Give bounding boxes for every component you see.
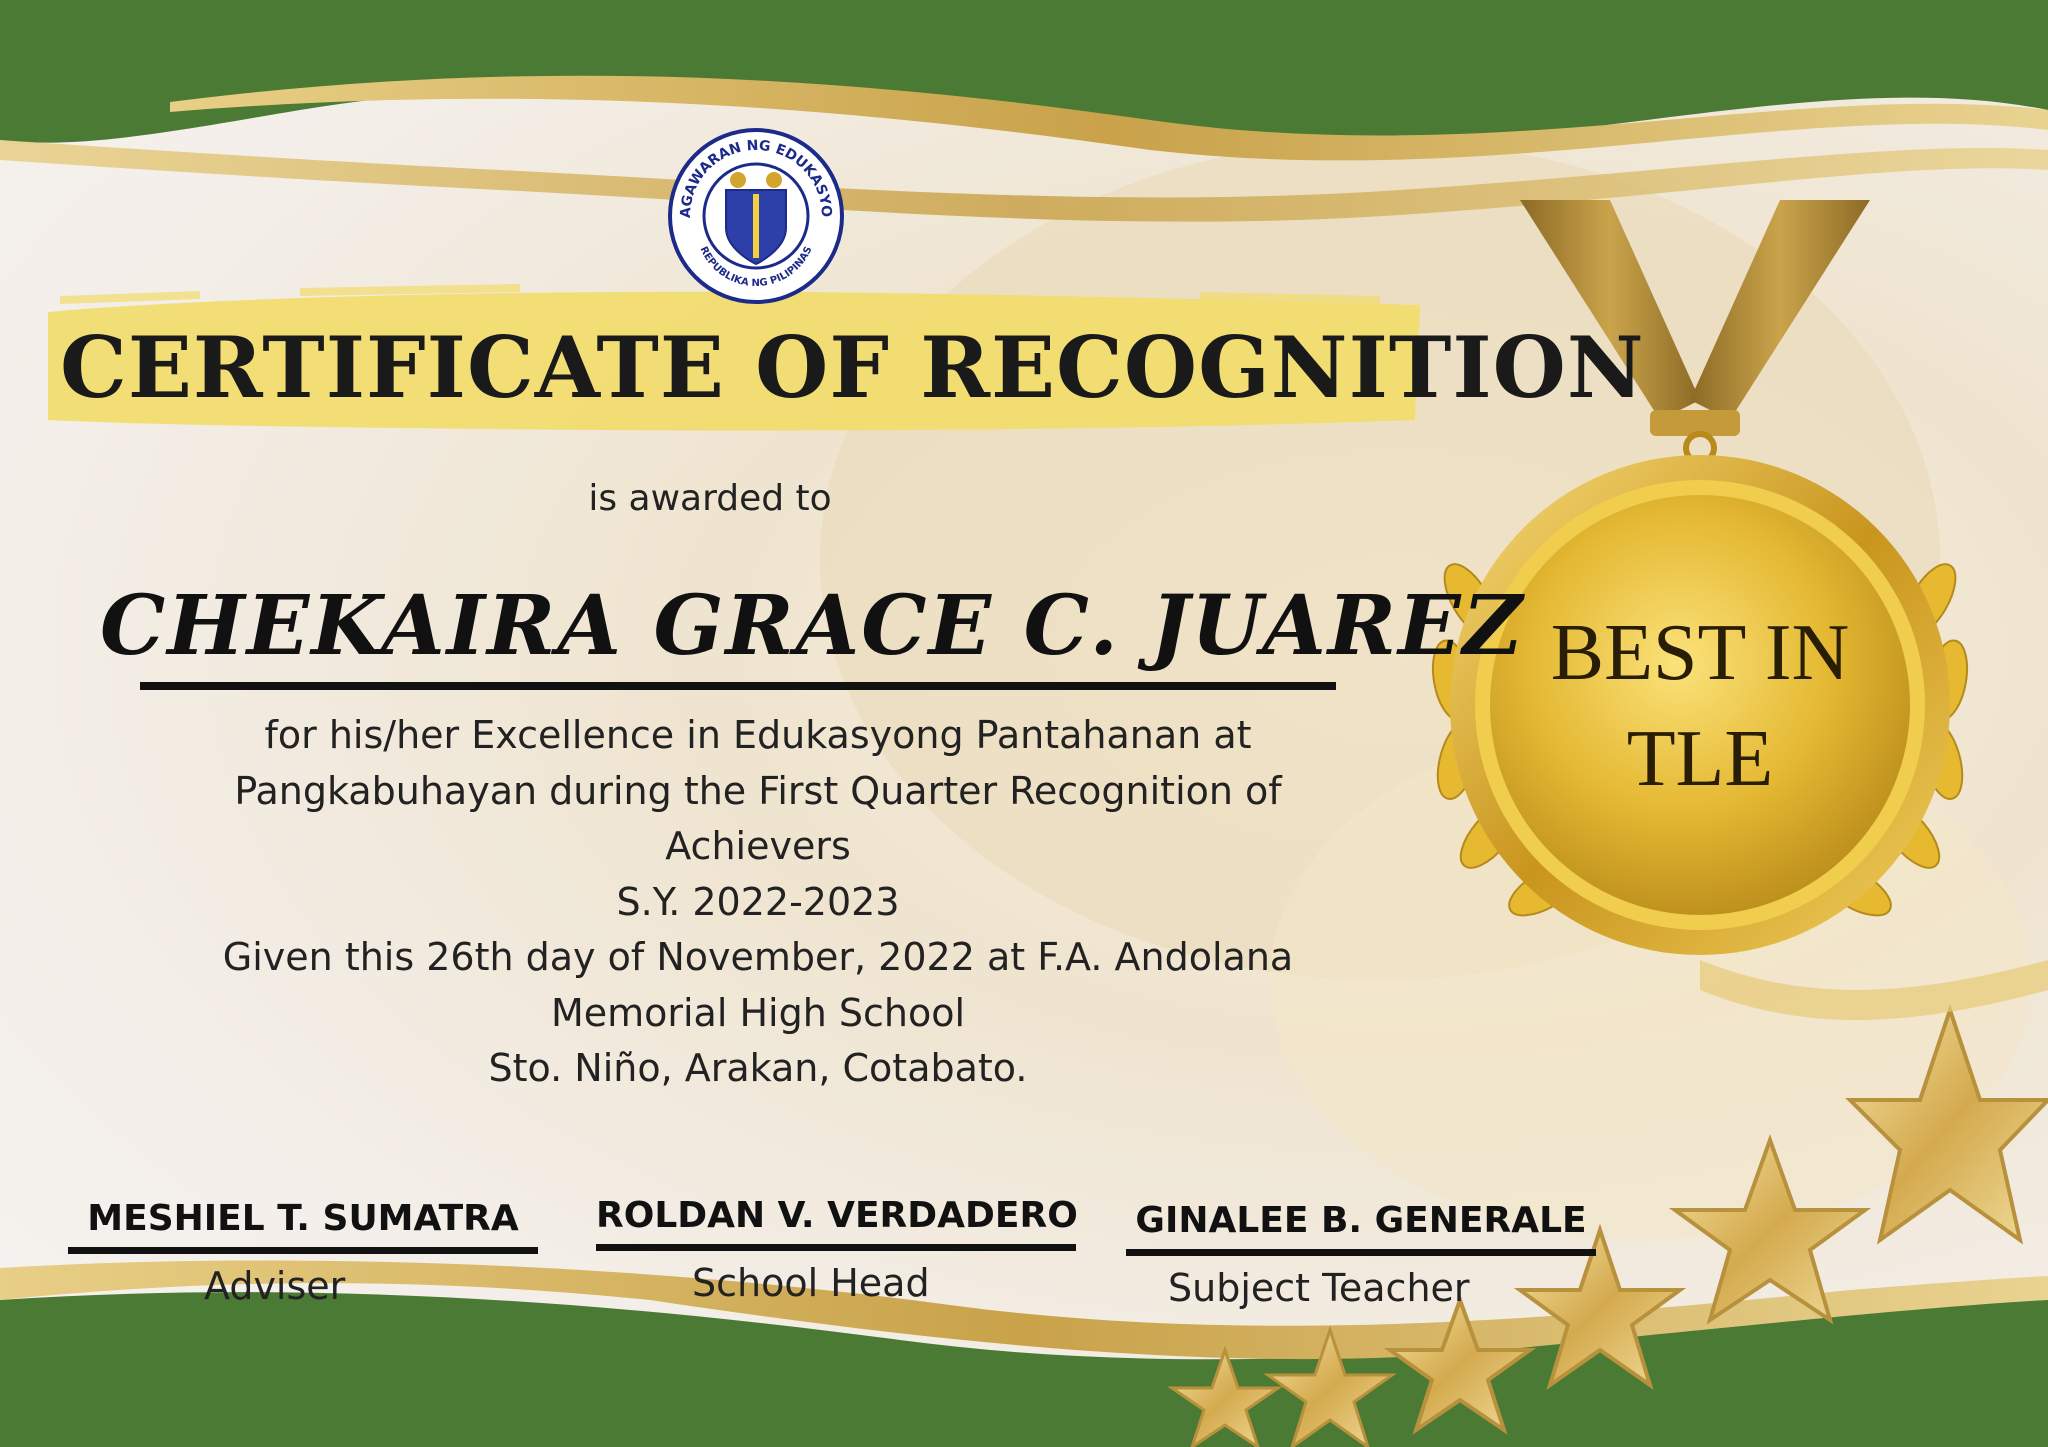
recipient-name: CHEKAIRA GRACE C. JUAREZ: [100, 578, 1525, 674]
signature-line: [596, 1244, 1076, 1251]
certificate: KAGAWARAN NG EDUKASYON REPUBLIKA NG PILI…: [0, 0, 2048, 1447]
signatory-adviser: MESHIEL T. SUMATRA Adviser: [68, 1198, 538, 1308]
signatory-role: Adviser: [204, 1264, 346, 1308]
body-line: Pangkabuhayan during the First Quarter R…: [234, 768, 1282, 813]
body-line: S.Y. 2022-2023: [616, 879, 900, 924]
signatory-role: School Head: [692, 1261, 930, 1305]
signatory-school-head: ROLDAN V. VERDADERO School Head: [596, 1195, 1078, 1305]
body-line: for his/her Excellence in Edukasyong Pan…: [264, 713, 1252, 757]
signature-line: [68, 1247, 538, 1254]
awarded-to-label: is awarded to: [588, 478, 832, 519]
top-gold-band-2: [0, 140, 2048, 222]
medal-award-text: BEST IN TLE: [1470, 600, 1930, 812]
signatory-name: ROLDAN V. VERDADERO: [596, 1195, 1078, 1236]
signature-line: [1126, 1249, 1596, 1256]
deped-seal-icon: KAGAWARAN NG EDUKASYON REPUBLIKA NG PILI…: [662, 116, 844, 304]
recipient-underline: [140, 682, 1336, 690]
certificate-title: CERTIFICATE OF RECOGNITION: [60, 318, 1645, 417]
signatory-name: GINALEE B. GENERALE: [1135, 1200, 1587, 1241]
body-line: Achievers: [665, 824, 851, 868]
signatory-role: Subject Teacher: [1168, 1266, 1470, 1310]
medal-line-1: BEST IN: [1550, 609, 1850, 697]
signatory-name: MESHIEL T. SUMATRA: [87, 1198, 519, 1239]
body-line: Sto. Niño, Arakan, Cotabato.: [488, 1046, 1028, 1090]
signatory-subject-teacher: GINALEE B. GENERALE Subject Teacher: [1126, 1200, 1596, 1310]
deped-seal: KAGAWARAN NG EDUKASYON REPUBLIKA NG PILI…: [662, 116, 844, 304]
certificate-body: for his/her Excellence in Edukasyong Pan…: [150, 708, 1366, 1097]
medal-line-2: TLE: [1626, 715, 1774, 803]
body-line: Given this 26th day of November, 2022 at…: [222, 935, 1294, 979]
body-line: Memorial High School: [550, 990, 966, 1035]
